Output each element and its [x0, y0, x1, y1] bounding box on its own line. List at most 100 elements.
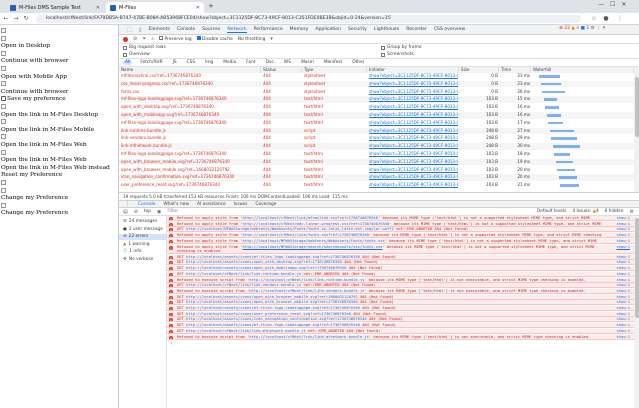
- message-source-link[interactable]: show:1: [616, 323, 630, 327]
- drawer-menu-icon[interactable]: ⋮: [125, 201, 130, 207]
- table-row[interactable]: mf-files-logo-loadingpage.svg?ref=173674…: [119, 120, 634, 127]
- cell-initiator[interactable]: show?object=3C1125DF-8C73-49CF-8013-C351…: [369, 151, 458, 158]
- message-url-link[interactable]: http://localhost/assets/icons/mf-files-l…: [186, 306, 360, 310]
- filter-ws[interactable]: WS: [282, 60, 293, 65]
- message-source-link[interactable]: show:1: [616, 335, 630, 339]
- message-url-link[interactable]: http://localhost/assets/icons/mf-files-l…: [186, 255, 360, 259]
- devtools-tab-network[interactable]: Network: [227, 27, 247, 33]
- inspect-icon[interactable]: ⬚: [127, 27, 132, 33]
- throttle-select[interactable]: No throttling: [238, 37, 266, 42]
- message-url-link[interactable]: http://localhost/MFWAStorage/search/sear…: [242, 245, 382, 249]
- cell-initiator[interactable]: show?object=3C1125DF-8C73-49CF-8013-C351…: [369, 182, 458, 189]
- message-source-link[interactable]: show:1: [616, 255, 630, 259]
- sidebar-item-verbose[interactable]: ⚙ No verbose: [123, 257, 153, 263]
- screenshots-checkbox[interactable]: Screenshots: [381, 52, 414, 57]
- devtools-tab-elements[interactable]: Elements: [149, 27, 170, 32]
- devtools-badges[interactable]: ⊗ 22 ▲ 4 ■ 1 ⚙ ⋮ ✕: [559, 26, 606, 31]
- drawer-tab-what-s-new[interactable]: What's new: [163, 202, 189, 207]
- devtools-tab-performance[interactable]: Performance: [254, 27, 283, 32]
- message-source-link[interactable]: show:1: [616, 222, 630, 226]
- message-source-link[interactable]: show:1: [616, 295, 630, 299]
- cell-initiator[interactable]: show?object=3C1125DF-8C73-49CF-8013-C351…: [369, 143, 458, 150]
- preserve-log-checkbox[interactable]: Preserve log: [159, 36, 192, 42]
- issues-counter[interactable]: 4 Issues: ▲4: [572, 209, 598, 215]
- filter-css[interactable]: CSS: [185, 60, 197, 65]
- filter-doc[interactable]: Doc: [264, 60, 276, 65]
- settings-icon[interactable]: ⚙: [630, 209, 634, 215]
- close-tab-icon[interactable]: ✕: [196, 5, 200, 11]
- table-row[interactable]: open_with_browser_mobile.svg?ref=1736746…: [119, 158, 634, 166]
- filter-manifest[interactable]: Manifest: [322, 60, 344, 65]
- table-row[interactable]: open_with_browser_mobile.svg?ref=1668032…: [119, 167, 634, 174]
- console-prompt[interactable]: ›: [167, 341, 634, 347]
- table-row[interactable]: icon_navigation_confirmation.svg?ref=173…: [119, 174, 634, 181]
- cell-initiator[interactable]: show?object=3C1125DF-8C73-49CF-8013-C351…: [369, 174, 458, 181]
- drawer-tab-issues[interactable]: Issues: [234, 202, 248, 207]
- browser-tab-0[interactable]: M-Files DMS Sample Test ✕: [6, 2, 104, 13]
- cell-initiator[interactable]: show?object=3C1125DF-8C73-49CF-8013-C351…: [369, 112, 458, 119]
- cell-initiator[interactable]: show?object=3C1125DF-8C73-49CF-8013-C351…: [369, 167, 458, 174]
- message-source-link[interactable]: show:1: [616, 278, 630, 282]
- devtools-tab-recorder[interactable]: Recorder: [406, 27, 427, 32]
- table-row[interactable]: open_with_desktop.svg?ref=1736746876340 4…: [119, 104, 634, 111]
- devtools-tab-memory[interactable]: Memory: [290, 27, 309, 32]
- table-row[interactable]: mf-files-logo-loadingpage.svg?ref=173674…: [119, 151, 634, 158]
- table-row[interactable]: link-mfnetwork.bundle.js 404 script show?ob…: [119, 143, 634, 150]
- device-toolbar-icon[interactable]: ▯: [139, 27, 142, 33]
- drawer-tab-console[interactable]: Console: [138, 202, 155, 207]
- page-text-row[interactable]: Save my preference: [1, 96, 66, 102]
- message-source-link[interactable]: show:1: [616, 306, 630, 310]
- new-tab-button[interactable]: +: [208, 2, 214, 10]
- settings-icon[interactable]: ⚙ ⋮ ✕: [591, 26, 606, 31]
- console-scrollbar[interactable]: [634, 216, 639, 408]
- message-url-link[interactable]: http://localhost/cfNext/link/link-runtim…: [186, 272, 301, 276]
- filter-icon[interactable]: ⏷: [142, 36, 146, 42]
- table-row[interactable]: mf-files-logo-loadingpage.svg?ref=173674…: [119, 96, 634, 103]
- message-source-link[interactable]: show:1: [616, 233, 630, 237]
- message-url-link[interactable]: http://localhost/cfNext/link/link-vendor…: [249, 289, 364, 293]
- table-row[interactable]: link-runtime.bundle.js 404 script show?obje…: [119, 127, 634, 135]
- message-url-link[interactable]: http://localhost/cfNext/link/mfnavlink.c…: [242, 216, 377, 220]
- filter-fetch-xhr[interactable]: Fetch/XHR: [138, 60, 164, 65]
- close-tab-icon[interactable]: ✕: [96, 5, 100, 11]
- filter-media[interactable]: Media: [221, 60, 238, 65]
- message-source-link[interactable]: show:1: [616, 227, 630, 231]
- cell-initiator[interactable]: show?object=3C1125DF-8C73-49CF-8013-C351…: [369, 120, 458, 127]
- devtools-tab-css-overview[interactable]: CSS overview: [434, 27, 465, 32]
- message-source-link[interactable]: show:1: [616, 260, 630, 264]
- message-url-link[interactable]: http://localhost/assets/icons/open_with_…: [186, 295, 358, 299]
- disable-cache-checkbox[interactable]: Disable cache: [196, 36, 233, 42]
- table-row[interactable]: user_preference_reset.svg?ref=1736746876…: [119, 182, 634, 189]
- record-icon[interactable]: [123, 36, 128, 42]
- reload-icon[interactable]: ↻: [22, 15, 30, 23]
- clear-console-icon[interactable]: ⊘: [134, 209, 138, 215]
- drawer-tab-ai-assistance[interactable]: AI assistance: [197, 202, 226, 207]
- message-url-link[interactable]: http://localhost/assets/icons/open_with_…: [186, 300, 358, 304]
- sidebar-item-list[interactable]: ☰ 24 messages: [123, 219, 157, 225]
- drawer-tab-coverage[interactable]: Coverage: [255, 202, 276, 207]
- url-input[interactable]: localhost/cfNext/link/FA79DB5A-B747-47BE…: [36, 15, 581, 23]
- message-url-link[interactable]: http://localhost/MFWAStorage/webfonts/We…: [242, 239, 384, 243]
- console-filter-input[interactable]: Filter: [167, 209, 287, 214]
- table-row[interactable]: css_linear-progress.css?ref=173674687634…: [119, 80, 634, 88]
- devtools-tab-lighthouse[interactable]: Lighthouse: [374, 27, 399, 32]
- message-url-link[interactable]: http://localhost/cfNext/link/link-runtim…: [249, 278, 364, 282]
- cell-initiator[interactable]: show?object=3C1125DF-8C73-49CF-8013-C351…: [369, 96, 458, 103]
- message-source-link[interactable]: show:1: [616, 283, 630, 287]
- table-row[interactable]: link-vendors.bundle.js 404 script show?obje…: [119, 135, 634, 142]
- sidebar-toggle-icon[interactable]: ▤: [123, 209, 128, 215]
- save-preference-checkbox[interactable]: [1, 96, 6, 102]
- table-row[interactable]: open_with_mobileapp.svg?ref=173674687634…: [119, 112, 634, 119]
- back-icon[interactable]: ←: [2, 15, 10, 23]
- devtools-tab-security[interactable]: Security: [348, 27, 367, 32]
- message-url-link[interactable]: http://localhost/cfNext/mdc-linear-progr…: [242, 222, 389, 226]
- cell-initiator[interactable]: show?object=3C1125DF-8C73-49CF-8013-C351…: [369, 128, 458, 135]
- log-levels-select[interactable]: Default levels: [537, 209, 567, 215]
- forward-icon[interactable]: →: [12, 15, 20, 23]
- search-icon[interactable]: ⌕: [151, 36, 154, 42]
- sidebar-item-user[interactable]: ● 1 user message: [123, 227, 163, 233]
- cell-initiator[interactable]: show?object=3C1125DF-8C73-49CF-8013-C351…: [369, 135, 458, 142]
- menu-icon[interactable]: ⋮: [616, 15, 624, 23]
- devtools-tab-console[interactable]: Console: [177, 27, 195, 32]
- filter-all[interactable]: All: [123, 60, 133, 65]
